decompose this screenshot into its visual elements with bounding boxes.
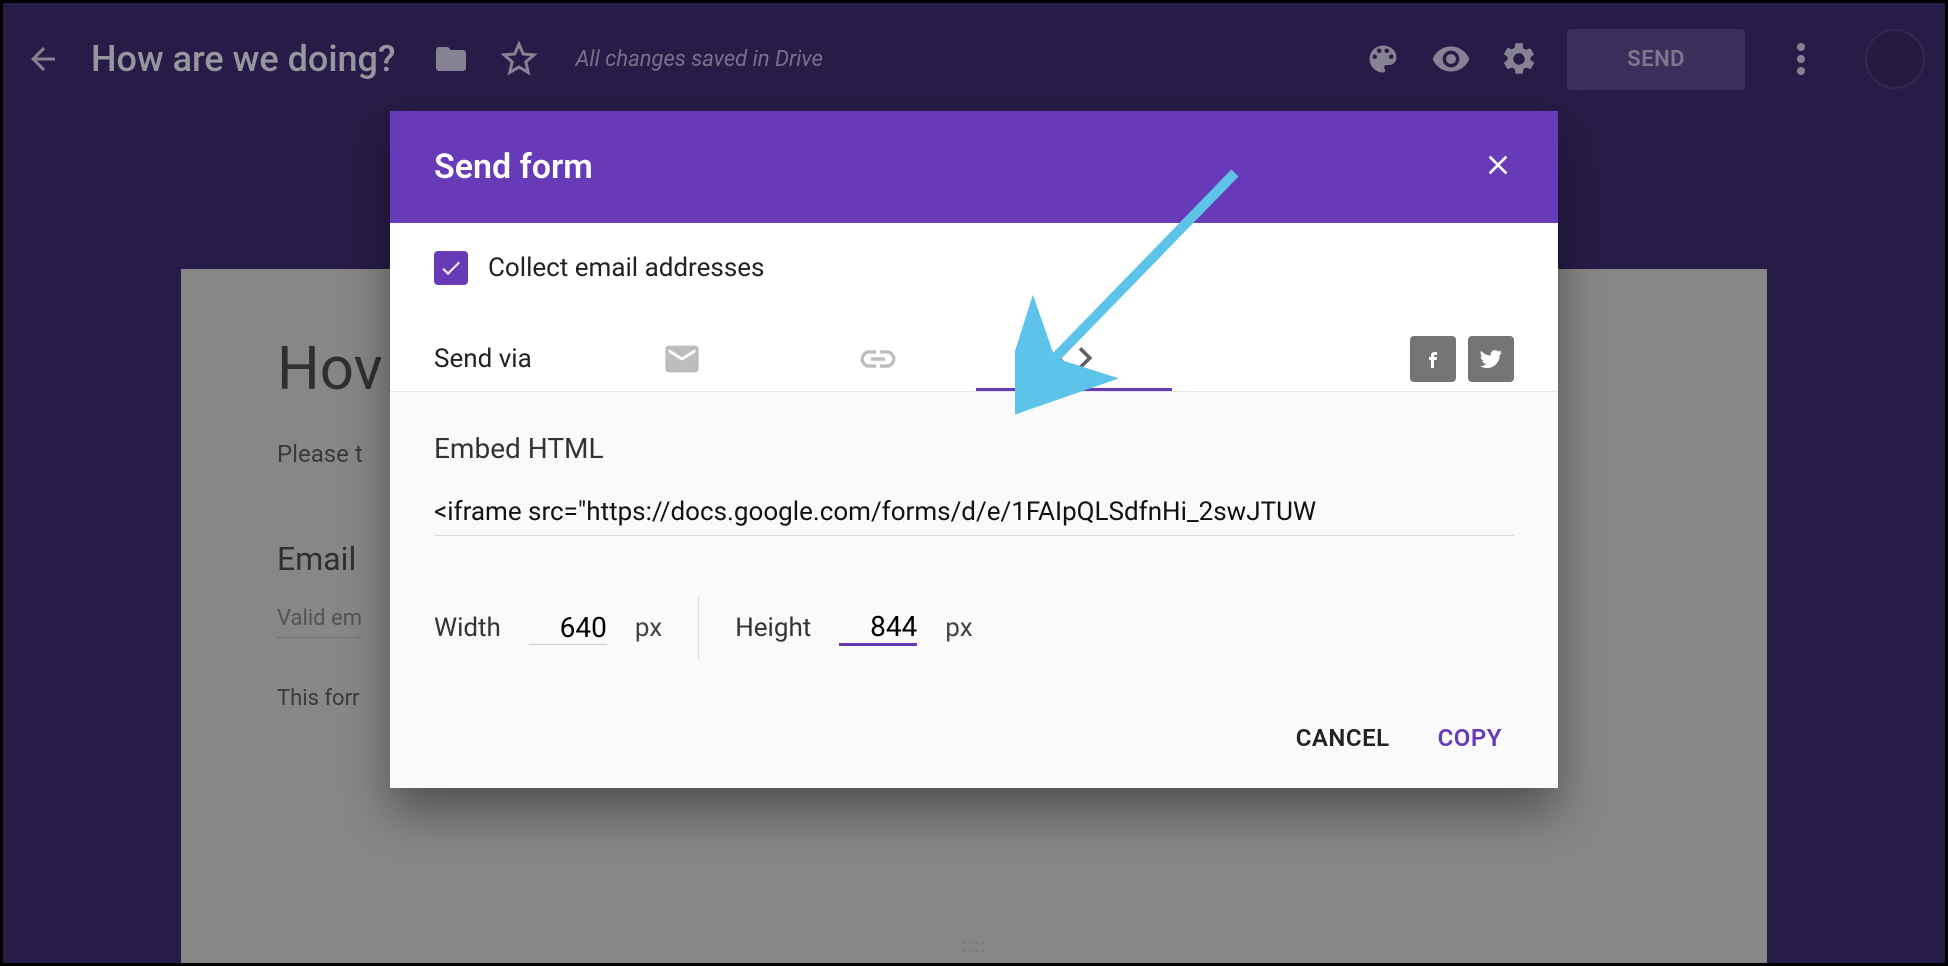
close-icon[interactable] xyxy=(1482,149,1514,185)
twitter-icon[interactable] xyxy=(1468,336,1514,382)
dialog-header: Send form xyxy=(390,111,1558,223)
dimensions-row: Width px Height px xyxy=(434,596,1514,660)
collect-emails-checkbox[interactable] xyxy=(434,251,468,285)
tab-embed[interactable] xyxy=(976,327,1172,391)
height-unit: px xyxy=(945,613,972,643)
facebook-icon[interactable] xyxy=(1410,336,1456,382)
height-input[interactable] xyxy=(839,610,917,646)
width-unit: px xyxy=(635,613,662,643)
height-label: Height xyxy=(735,613,811,643)
embed-section-title: Embed HTML xyxy=(434,432,1514,465)
dialog-body: Embed HTML Width px Height px xyxy=(390,392,1558,688)
cancel-button[interactable]: CANCEL xyxy=(1296,724,1390,752)
tab-email[interactable] xyxy=(584,327,780,391)
copy-button[interactable]: COPY xyxy=(1438,724,1502,752)
dialog-title: Send form xyxy=(434,147,593,187)
send-via-label: Send via xyxy=(434,344,584,374)
dimension-divider xyxy=(698,596,699,660)
width-input[interactable] xyxy=(529,611,607,645)
send-via-row: Send via xyxy=(390,305,1558,392)
collect-emails-label: Collect email addresses xyxy=(488,253,764,283)
collect-emails-row: Collect email addresses xyxy=(390,223,1558,305)
embed-code-input[interactable] xyxy=(434,489,1514,536)
dialog-actions: CANCEL COPY xyxy=(390,688,1558,788)
tab-link[interactable] xyxy=(780,327,976,391)
width-label: Width xyxy=(434,613,501,643)
send-via-tabs xyxy=(584,327,1172,391)
drag-handle-icon: :::: xyxy=(961,936,986,957)
viewport: How are we doing? All changes saved in D… xyxy=(3,3,1945,963)
send-form-dialog: Send form Collect email addresses Send v… xyxy=(390,111,1558,788)
share-icons xyxy=(1410,336,1514,382)
